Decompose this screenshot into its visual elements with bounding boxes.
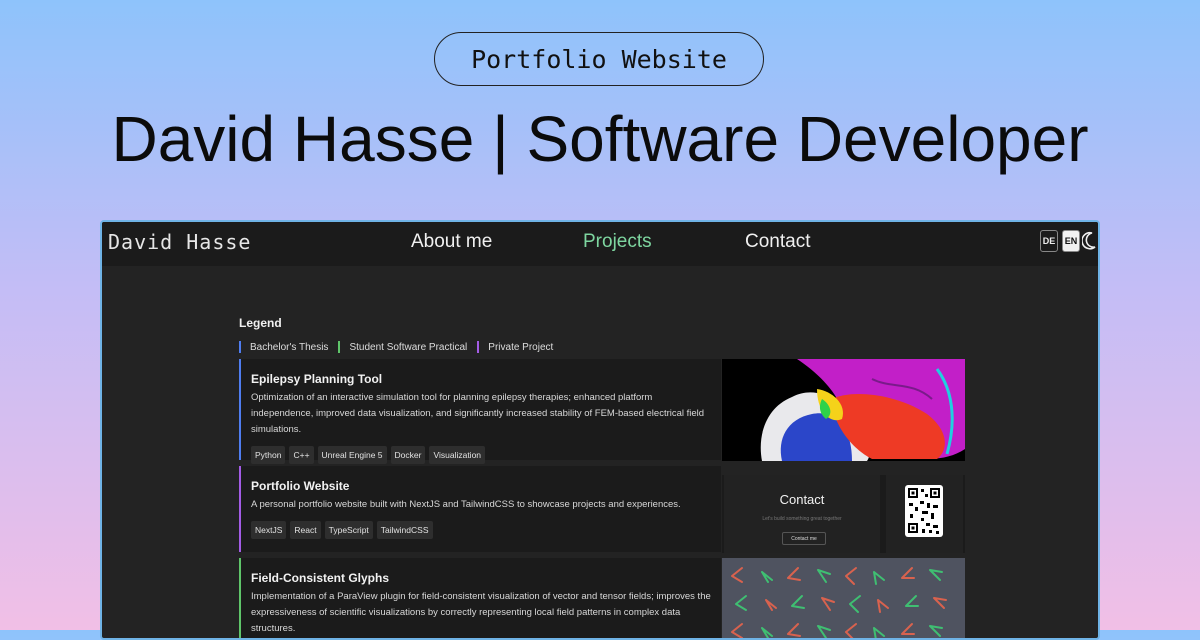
project-description: A personal portfolio website built with … <box>251 499 681 510</box>
project-title: Epilepsy Planning Tool <box>251 372 383 386</box>
tag: C++ <box>289 446 314 464</box>
tag: Python <box>251 446 286 464</box>
legend-label: Private Project <box>488 341 554 353</box>
legend-color-purple <box>477 341 480 353</box>
tag: TailwindCSS <box>376 521 433 539</box>
nav-about[interactable]: About me <box>411 231 492 253</box>
project-card-glyphs[interactable]: Field-Consistent Glyphs Implementation o… <box>239 558 721 638</box>
thumb-qr-panel <box>886 475 963 553</box>
legend: Bachelor's Thesis Student Software Pract… <box>239 340 563 354</box>
project-title: Portfolio Website <box>251 479 350 493</box>
project-title: Field-Consistent Glyphs <box>251 571 390 585</box>
project-tags: Python C++ Unreal Engine 5 Docker Visual… <box>251 446 713 464</box>
thumb-contact-panel: Contact Let's build something great toge… <box>724 475 880 553</box>
thumb-contact-button: Contact me <box>782 532 826 545</box>
page-title: David Hasse | Software Developer <box>111 103 1089 175</box>
project-description: Optimization of an interactive simulatio… <box>251 392 705 435</box>
epilepsy-thumbnail <box>722 359 965 461</box>
glyphs-thumbnail <box>722 558 965 638</box>
project-card-portfolio[interactable]: Portfolio Website A personal portfolio w… <box>239 466 721 552</box>
nav-projects[interactable]: Projects <box>583 231 652 253</box>
tag: Unreal Engine 5 <box>317 446 387 464</box>
lang-en-button[interactable]: EN <box>1062 230 1080 252</box>
tag: NextJS <box>251 521 287 539</box>
legend-color-green <box>338 341 341 353</box>
hero-badge: Portfolio Website <box>434 32 764 86</box>
project-card-epilepsy[interactable]: Epilepsy Planning Tool Optimization of a… <box>239 359 721 464</box>
qr-code-icon <box>905 485 943 537</box>
tag: TypeScript <box>324 521 373 539</box>
project-tags: NextJS React TypeScript TailwindCSS <box>251 521 713 539</box>
legend-color-blue <box>239 341 241 353</box>
tag: Visualization <box>429 446 486 464</box>
legend-item-bachelors: Bachelor's Thesis <box>239 341 328 353</box>
tag: Docker <box>390 446 426 464</box>
legend-item-private: Private Project <box>477 341 553 353</box>
tag: React <box>290 521 321 539</box>
legend-title: Legend <box>239 316 282 330</box>
legend-label: Bachelor's Thesis <box>250 341 329 353</box>
legend-item-practical: Student Software Practical <box>338 341 467 353</box>
legend-label: Student Software Practical <box>349 341 468 353</box>
brand-logo[interactable]: David Hasse <box>108 230 251 254</box>
thumb-contact-title: Contact <box>779 492 825 507</box>
moon-icon[interactable] <box>1082 230 1098 252</box>
portfolio-thumbnail: Contact Let's build something great toge… <box>722 475 965 553</box>
nav-contact[interactable]: Contact <box>745 231 810 253</box>
site-navbar: David Hasse About me Projects Contact DE… <box>102 222 1098 266</box>
lang-de-button[interactable]: DE <box>1040 230 1058 252</box>
thumb-contact-subtitle: Let's build something great together <box>762 516 842 522</box>
site-screenshot: David Hasse About me Projects Contact DE… <box>100 220 1100 640</box>
